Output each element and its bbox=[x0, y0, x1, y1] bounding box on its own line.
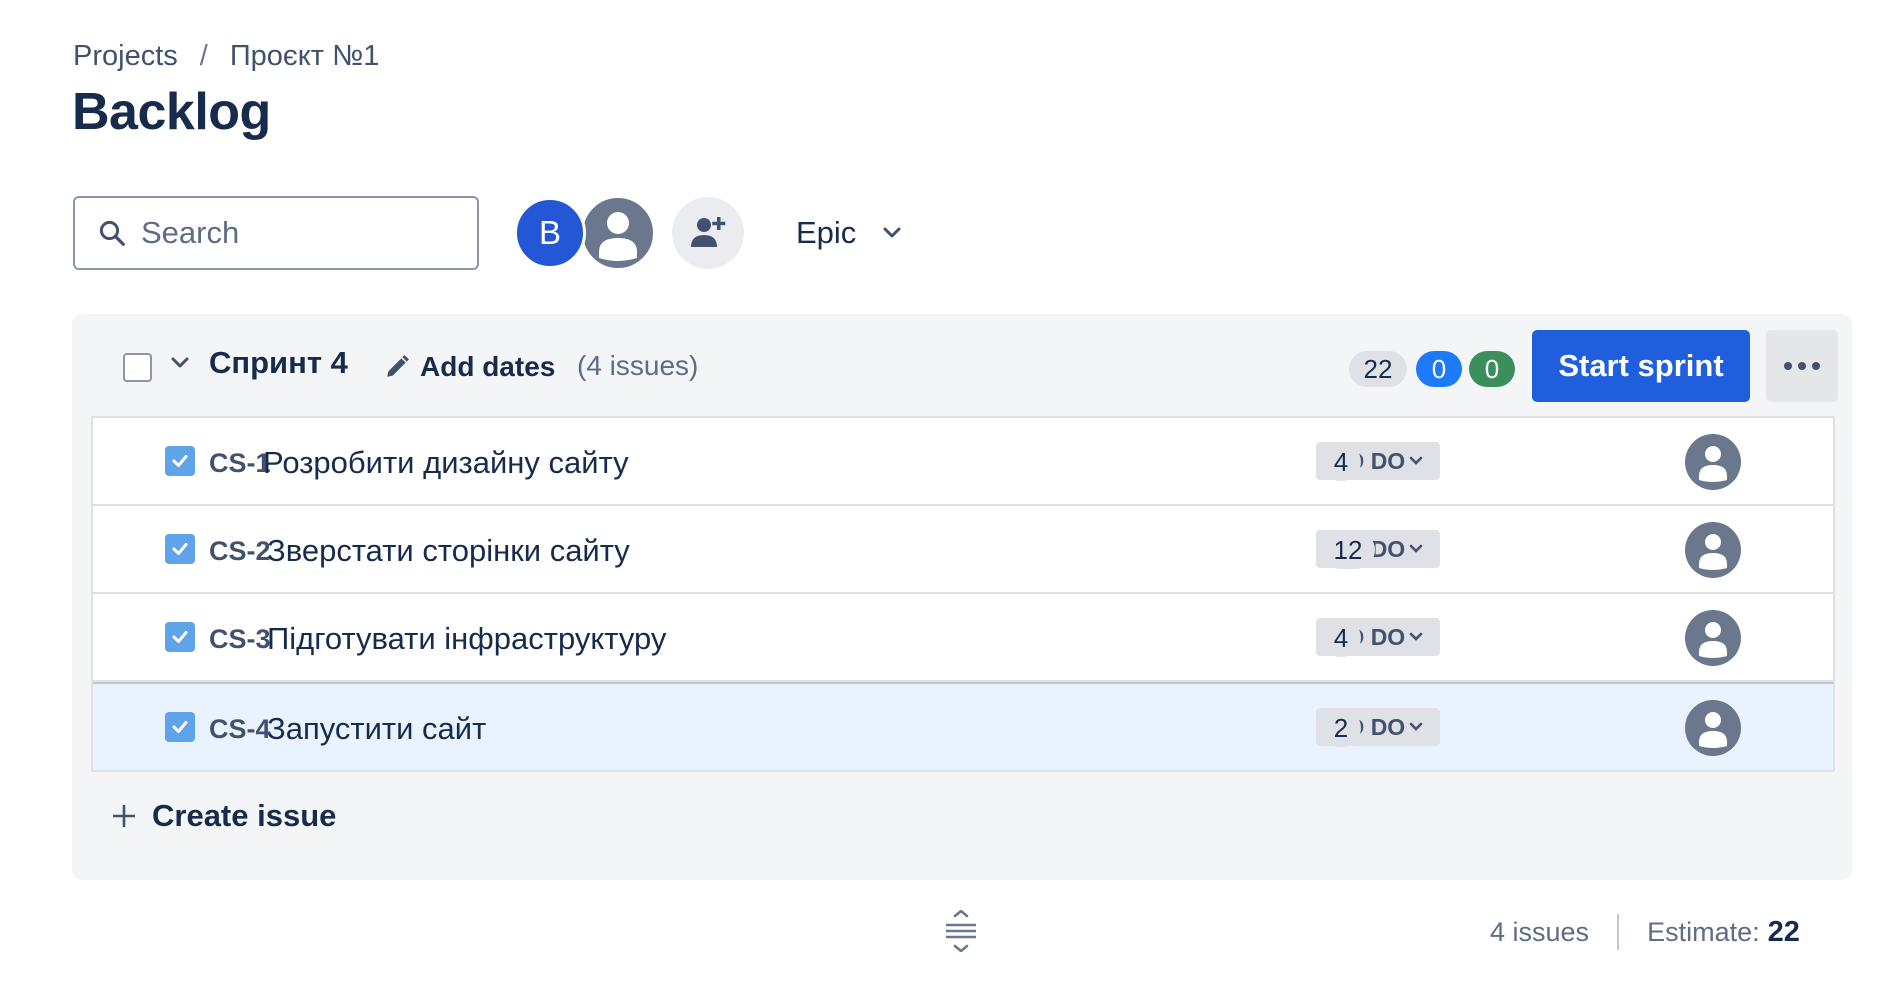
issue-summary[interactable]: Зверстати сторінки сайту bbox=[267, 533, 630, 569]
assignee-avatar[interactable] bbox=[1685, 700, 1741, 756]
footer-estimate-value: 22 bbox=[1767, 915, 1800, 948]
user-icon bbox=[1699, 534, 1727, 570]
chevron-down-icon bbox=[1409, 544, 1423, 553]
footer-divider bbox=[1617, 914, 1620, 950]
issue-summary[interactable]: Підготувати інфраструктуру bbox=[267, 621, 666, 657]
add-people-button[interactable] bbox=[672, 197, 744, 269]
assignee-avatar[interactable] bbox=[1685, 434, 1741, 490]
add-dates-button[interactable]: Add dates bbox=[384, 351, 555, 383]
task-type-icon bbox=[165, 446, 195, 476]
issue-row[interactable]: CS-2 Зверстати сторінки сайту TO DO 12 bbox=[93, 506, 1833, 594]
task-type-icon bbox=[165, 534, 195, 564]
more-dot bbox=[1784, 362, 1792, 370]
avatar-unassigned[interactable] bbox=[580, 195, 656, 271]
user-icon bbox=[1699, 712, 1727, 748]
search-box[interactable] bbox=[73, 196, 479, 270]
assignee-avatar[interactable] bbox=[1685, 522, 1741, 578]
plus-icon bbox=[113, 805, 135, 827]
more-actions-button[interactable] bbox=[1766, 330, 1838, 402]
issue-key[interactable]: CS-1 bbox=[209, 448, 271, 479]
task-type-icon bbox=[165, 622, 195, 652]
create-issue-label: Create issue bbox=[152, 798, 337, 833]
create-issue-button[interactable]: Create issue bbox=[110, 798, 336, 834]
story-points-badge[interactable]: 4 bbox=[1321, 619, 1361, 657]
sprint-footer: 4 issues Estimate: 22 bbox=[1490, 914, 1800, 950]
issue-summary[interactable]: Запустити сайт bbox=[267, 711, 486, 747]
story-points-badge[interactable]: 12 bbox=[1321, 531, 1375, 569]
epic-filter-label: Epic bbox=[796, 215, 857, 250]
more-dot bbox=[1812, 362, 1820, 370]
footer-estimate-label: Estimate: bbox=[1647, 916, 1760, 947]
points-todo-badge: 22 bbox=[1349, 351, 1407, 387]
points-done-badge: 0 bbox=[1469, 351, 1515, 387]
sprint-container: Спринт 4 Add dates (4 issues) 22 0 0 Sta… bbox=[72, 314, 1852, 880]
breadcrumb-separator: / bbox=[199, 40, 208, 72]
search-icon bbox=[99, 220, 125, 246]
sprint-select-checkbox[interactable] bbox=[123, 353, 152, 382]
issue-key[interactable]: CS-2 bbox=[209, 536, 271, 567]
more-dot bbox=[1798, 362, 1806, 370]
page-title: Backlog bbox=[72, 83, 271, 141]
issue-key[interactable]: CS-3 bbox=[209, 624, 271, 655]
epic-filter-dropdown[interactable]: Epic bbox=[796, 215, 902, 251]
drag-handle-icon[interactable] bbox=[943, 910, 979, 952]
footer-issue-count: 4 issues bbox=[1490, 916, 1590, 947]
add-dates-label: Add dates bbox=[420, 351, 556, 382]
chevron-down-icon bbox=[1409, 456, 1423, 465]
user-icon bbox=[599, 212, 637, 261]
issue-summary[interactable]: Розробити дизайну сайту bbox=[263, 445, 629, 481]
sprint-name: Спринт 4 bbox=[209, 345, 348, 380]
chevron-down-icon bbox=[883, 227, 901, 238]
issue-row[interactable]: CS-4 Запустити сайт TO DO 2 bbox=[93, 682, 1833, 770]
sprint-header: Спринт 4 Add dates (4 issues) 22 0 0 Sta… bbox=[72, 314, 1852, 414]
chevron-down-icon bbox=[1409, 632, 1423, 641]
pencil-icon bbox=[387, 355, 409, 377]
issue-row[interactable]: CS-3 Підготувати інфраструктуру TO DO 4 bbox=[93, 594, 1833, 682]
story-points-badge[interactable]: 2 bbox=[1321, 709, 1361, 747]
breadcrumb-projects-link[interactable]: Projects bbox=[73, 40, 178, 73]
assignee-avatar[interactable] bbox=[1685, 610, 1741, 666]
task-type-icon bbox=[165, 712, 195, 742]
avatar-b[interactable]: B bbox=[514, 197, 586, 269]
user-icon bbox=[1699, 446, 1727, 482]
breadcrumb: Projects / Проєкт №1 bbox=[73, 40, 379, 73]
add-user-icon bbox=[691, 217, 726, 247]
chevron-down-icon[interactable] bbox=[170, 356, 190, 370]
sprint-issue-count: (4 issues) bbox=[577, 350, 699, 381]
issue-row[interactable]: CS-1 Розробити дизайну сайту TO DO 4 bbox=[93, 418, 1833, 506]
user-icon bbox=[1699, 622, 1727, 658]
story-points-badge[interactable]: 4 bbox=[1321, 443, 1361, 481]
search-input[interactable] bbox=[141, 215, 441, 251]
start-sprint-button[interactable]: Start sprint bbox=[1532, 330, 1750, 402]
issue-list: CS-1 Розробити дизайну сайту TO DO 4 CS-… bbox=[91, 416, 1835, 772]
points-in-progress-badge: 0 bbox=[1416, 351, 1462, 387]
breadcrumb-project-link[interactable]: Проєкт №1 bbox=[230, 40, 380, 73]
issue-key[interactable]: CS-4 bbox=[209, 714, 271, 745]
chevron-down-icon bbox=[1409, 722, 1423, 731]
